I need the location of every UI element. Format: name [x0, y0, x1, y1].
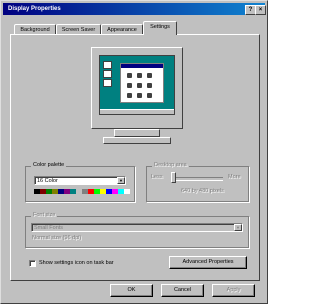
more-label: More: [228, 174, 241, 180]
desktop-area-label: Desktop area: [152, 162, 189, 168]
preview-icon: [147, 73, 152, 78]
color-palette-label: Color palette: [31, 162, 67, 168]
settings-panel: Color palette 16 Color ▼ Desktop area Le…: [10, 34, 260, 281]
color-palette-group: Color palette 16 Color ▼: [25, 162, 135, 202]
preview-icon: [147, 93, 152, 98]
monitor-base: [103, 137, 171, 144]
resolution-slider-track: [171, 177, 223, 181]
resolution-slider-thumb[interactable]: [171, 172, 176, 183]
display-properties-window: Display Properties ? × Background Screen…: [0, 0, 268, 304]
tab-settings[interactable]: Settings: [143, 21, 177, 35]
title-bar[interactable]: Display Properties ? ×: [3, 3, 266, 15]
tab-appearance[interactable]: Appearance: [101, 24, 143, 34]
monitor-preview: [91, 47, 183, 129]
desktop-icon: [103, 79, 112, 87]
color-swatch: [124, 189, 130, 194]
desktop-icon: [103, 61, 112, 69]
color-palette-value: 16 Color: [37, 178, 58, 184]
font-size-label: Font size: [31, 212, 58, 218]
font-size-select[interactable]: Small Fonts ▼: [31, 223, 243, 232]
ok-button[interactable]: OK: [110, 284, 153, 297]
chevron-down-icon[interactable]: ▼: [117, 177, 125, 184]
preview-icon: [137, 83, 142, 88]
color-palette-select[interactable]: 16 Color ▼: [34, 176, 126, 185]
less-label: Less: [151, 174, 163, 180]
preview-taskbar: [100, 109, 174, 114]
font-size-note: Normal size (96 dpi): [32, 235, 82, 241]
tab-screen-saver[interactable]: Screen Saver: [56, 24, 101, 34]
preview-window: [120, 63, 164, 103]
desktop-preview: [99, 55, 175, 115]
advanced-properties-button[interactable]: Advanced Properties: [169, 256, 247, 269]
show-settings-label: Show settings icon on task bar: [39, 260, 114, 266]
preview-icon: [137, 73, 142, 78]
show-settings-checkbox[interactable]: [29, 260, 36, 267]
color-swatch-strip: [34, 189, 130, 194]
window-title: Display Properties: [8, 6, 61, 12]
apply-button[interactable]: Apply: [212, 284, 255, 297]
preview-icon: [147, 83, 152, 88]
preview-icon: [127, 93, 132, 98]
preview-icon: [137, 93, 142, 98]
font-size-group: Font size Small Fonts ▼ Normal size (96 …: [25, 212, 249, 248]
preview-window-titlebar: [121, 64, 163, 68]
chevron-down-icon[interactable]: ▼: [234, 224, 242, 231]
preview-icon: [127, 73, 132, 78]
preview-icon: [127, 83, 132, 88]
font-size-value: Small Fonts: [34, 225, 64, 231]
desktop-icon: [103, 70, 112, 78]
monitor-neck: [114, 129, 160, 137]
desktop-area-group: Desktop area Less More 640 by 480 pixels: [146, 162, 249, 202]
resolution-text: 640 by 480 pixels: [181, 188, 224, 194]
tab-background[interactable]: Background: [14, 24, 56, 34]
cancel-button[interactable]: Cancel: [161, 284, 204, 297]
close-button[interactable]: ×: [255, 5, 266, 15]
